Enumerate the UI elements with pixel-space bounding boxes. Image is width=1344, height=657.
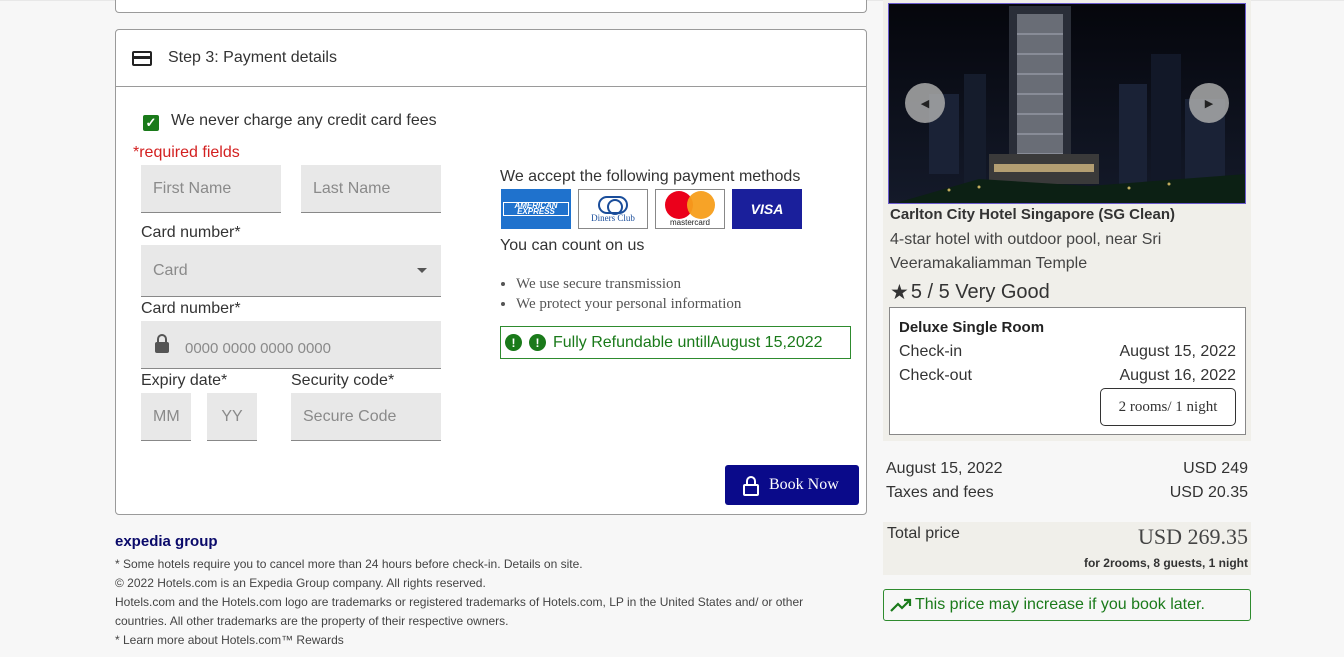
checkin-label: Check-in bbox=[899, 343, 963, 360]
visa-logo: VISA bbox=[732, 189, 802, 229]
price-date-label: August 15, 2022 bbox=[886, 460, 1003, 477]
card-type-label: Card number* bbox=[141, 224, 241, 241]
footer-line: © 2022 Hotels.com is an Expedia Group co… bbox=[115, 576, 486, 590]
footer: expedia group * Some hotels require you … bbox=[115, 533, 875, 650]
count-on-us-heading: You can count on us bbox=[500, 237, 645, 254]
footer-line: Hotels.com and the Hotels.com logo are t… bbox=[115, 595, 804, 609]
previous-step-card bbox=[115, 0, 867, 13]
lock-icon bbox=[155, 333, 169, 353]
price-increase-warning: This price may increase if you book late… bbox=[883, 589, 1251, 621]
footer-brand: expedia group bbox=[115, 533, 218, 550]
first-name-input[interactable]: First Name bbox=[141, 165, 281, 213]
no-fee-label: We never charge any credit card fees bbox=[171, 112, 437, 129]
taxes-label: Taxes and fees bbox=[886, 484, 994, 501]
expiry-month-input[interactable]: MM bbox=[141, 393, 191, 441]
expiry-date-label: Expiry date* bbox=[141, 372, 228, 389]
card-number-placeholder: 0000 0000 0000 0000 bbox=[185, 340, 331, 357]
diners-club-text: Diners Club bbox=[591, 212, 635, 223]
payment-header: Step 3: Payment details bbox=[116, 30, 866, 87]
amex-logo-text: AMERICAN EXPRESS bbox=[503, 202, 569, 216]
rewards-link[interactable]: * Learn more about Hotels.com™ Rewards bbox=[115, 631, 875, 650]
star-icon: ★ bbox=[890, 281, 909, 304]
unlock-icon bbox=[743, 476, 759, 496]
price-date-amount: USD 249 bbox=[1183, 460, 1248, 477]
hotel-description: 4-star hotel with outdoor pool, near Sri… bbox=[890, 231, 1162, 272]
diners-club-mark bbox=[598, 195, 628, 215]
list-item: We use secure transmission bbox=[516, 274, 741, 294]
rooms-nights-badge: 2 rooms/ 1 night bbox=[1100, 388, 1236, 426]
accepted-methods-text: We accept the following payment methods bbox=[500, 168, 801, 185]
book-now-label: Book Now bbox=[769, 476, 839, 493]
book-now-button[interactable]: Book Now bbox=[725, 465, 859, 505]
mastercard-logo: mastercard bbox=[655, 189, 725, 229]
card-number-label: Card number* bbox=[141, 300, 241, 317]
total-price-details: for 2rooms, 8 guests, 1 night bbox=[1083, 556, 1248, 570]
card-type-select[interactable]: Card bbox=[141, 245, 441, 297]
checkin-date: August 15, 2022 bbox=[1119, 343, 1236, 360]
security-code-label: Security code* bbox=[291, 372, 395, 389]
room-type: Deluxe Single Room bbox=[899, 319, 1045, 336]
mastercard-text: mastercard bbox=[669, 218, 710, 227]
amex-logo: AMERICAN EXPRESS bbox=[501, 189, 571, 229]
hotel-name: Carlton City Hotel Singapore (SG Clean) bbox=[890, 206, 1176, 223]
footer-line: countries. All other trademarks are the … bbox=[115, 614, 509, 628]
room-summary-box: Deluxe Single Room Check-in August 15, 2… bbox=[889, 307, 1246, 435]
credit-card-icon bbox=[132, 50, 152, 66]
price-row-taxes: Taxes and fees USD 20.35 bbox=[886, 484, 1248, 502]
security-code-input[interactable]: Secure Code bbox=[291, 393, 441, 441]
price-increase-text: This price may increase if you book late… bbox=[915, 596, 1205, 613]
expiry-year-input[interactable]: YY bbox=[207, 393, 257, 441]
carousel-prev-button[interactable]: ◀ bbox=[905, 83, 945, 123]
last-name-input[interactable]: Last Name bbox=[301, 165, 441, 213]
total-price-label: Total price bbox=[887, 525, 960, 542]
diners-club-logo: Diners Club bbox=[578, 189, 648, 229]
chevron-right-icon: ▶ bbox=[1204, 97, 1214, 110]
total-price-amount: USD 269.35 bbox=[1137, 524, 1248, 549]
required-fields-note: *required fields bbox=[133, 144, 240, 161]
alert-icon: ! bbox=[505, 334, 522, 351]
checkout-row: Check-out August 16, 2022 bbox=[899, 367, 1236, 385]
card-number-input[interactable]: 0000 0000 0000 0000 bbox=[141, 321, 441, 369]
payment-step-title: Step 3: Payment details bbox=[168, 49, 337, 66]
trending-up-icon bbox=[890, 598, 912, 612]
refundable-text: Fully Refundable untillAugust 15,2022 bbox=[553, 333, 823, 351]
chevron-left-icon: ◀ bbox=[920, 97, 930, 110]
hotel-rating: ★ 5 / 5 Very Good bbox=[890, 280, 1050, 305]
alert-icon: ! bbox=[529, 334, 546, 351]
footer-line: * Some hotels require you to cancel more… bbox=[115, 557, 583, 571]
checkin-row: Check-in August 15, 2022 bbox=[899, 343, 1236, 361]
rating-text: 5 / 5 Very Good bbox=[910, 281, 1050, 303]
refundable-badge: ! ! Fully Refundable untillAugust 15,202… bbox=[500, 326, 851, 359]
checkout-date: August 16, 2022 bbox=[1119, 367, 1236, 384]
checkout-label: Check-out bbox=[899, 367, 972, 384]
trust-list: We use secure transmission We protect yo… bbox=[500, 274, 741, 314]
price-row-night: August 15, 2022 USD 249 bbox=[886, 460, 1248, 478]
list-item: We protect your personal information bbox=[516, 294, 741, 314]
no-fee-checkbox[interactable]: ✓ bbox=[143, 115, 159, 131]
taxes-amount: USD 20.35 bbox=[1169, 484, 1248, 501]
carousel-next-button[interactable]: ▶ bbox=[1189, 83, 1229, 123]
payment-logos: AMERICAN EXPRESS Diners Club mastercard … bbox=[501, 189, 802, 229]
payment-details-card: Step 3: Payment details ✓ We never charg… bbox=[115, 29, 867, 515]
card-type-value: Card bbox=[153, 261, 188, 279]
chevron-down-icon bbox=[417, 268, 427, 273]
